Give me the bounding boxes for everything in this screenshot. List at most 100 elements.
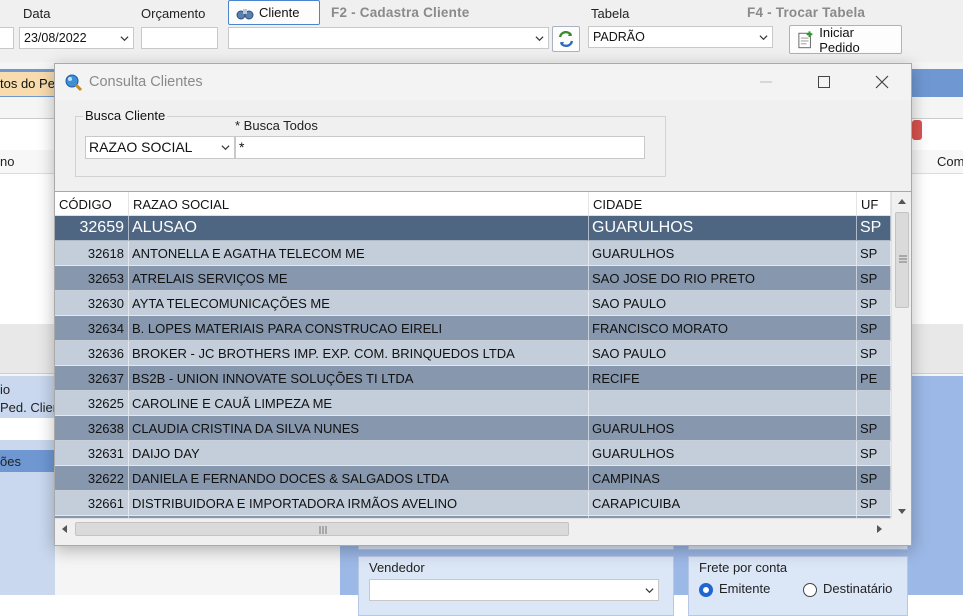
chevron-down-icon — [120, 36, 129, 42]
cell-cidade: SAO JOSE DO RIO PRETO — [589, 266, 857, 291]
vendedor-group: Vendedor — [358, 556, 674, 616]
cell-codigo: 32634 — [55, 316, 129, 341]
vendedor-select[interactable] — [369, 579, 659, 601]
cliente-select[interactable] — [228, 27, 549, 49]
table-row[interactable]: 32630 AYTA TELECOMUNICAÇÕES ME SAO PAULO SP — [55, 291, 891, 316]
table-row[interactable]: 32653 ATRELAIS SERVIÇOS ME SAO JOSE DO RIO… — [55, 266, 891, 291]
side-item-observacoes-label: ões — [0, 454, 21, 469]
frete-label: Frete por conta — [699, 560, 788, 575]
cell-uf: SP — [857, 216, 891, 241]
horizontal-scroll-thumb[interactable] — [75, 522, 569, 536]
delete-icon[interactable] — [912, 120, 922, 140]
busca-input[interactable]: * — [235, 136, 645, 159]
table-row[interactable]: 32634 B. LOPES MATERIAIS PARA CONSTRUCAO … — [55, 316, 891, 341]
cell-razao-social: BROKER - JC BROTHERS IMP. EXP. COM. BRIN… — [129, 341, 589, 366]
cell-uf: SP — [857, 491, 891, 516]
cell-cidade: GUARULHOS — [589, 216, 857, 241]
cell-razao-social: DANIELA E FERNANDO DOCES & SALGADOS LTDA — [129, 466, 589, 491]
dialog-title: Consulta Clientes — [89, 74, 203, 90]
frete-destinatario-label: Destinatário — [823, 581, 893, 596]
cell-cidade — [589, 391, 857, 416]
iniciar-pedido-label: Iniciar Pedido — [819, 24, 860, 55]
cell-cidade: SAO PAULO — [589, 341, 857, 366]
cell-codigo: 32618 — [55, 241, 129, 266]
side-item-ped-cliente[interactable]: Ped. Clien — [0, 400, 60, 415]
refresh-button[interactable] — [552, 26, 580, 52]
table-row[interactable]: 32622 DANIELA E FERNANDO DOCES & SALGADOS… — [55, 466, 891, 491]
table-row[interactable]: 32625 CAROLINE E CAUÃ LIMPEZA ME — [55, 391, 891, 416]
col-header-razao-social[interactable]: RAZAO SOCIAL — [129, 192, 589, 216]
maximize-icon[interactable] — [815, 73, 833, 91]
cell-razao-social: B. LOPES MATERIAIS PARA CONSTRUCAO EIREL… — [129, 316, 589, 341]
cell-uf: SP — [857, 241, 891, 266]
close-icon[interactable] — [873, 73, 891, 91]
scroll-left-icon[interactable] — [60, 524, 68, 534]
busca-field-value: RAZAO SOCIAL — [89, 139, 193, 155]
cell-codigo: 32636 — [55, 341, 129, 366]
tab-itens-pedido-label: tos do Pe — [0, 76, 55, 91]
scroll-down-icon[interactable] — [897, 508, 907, 516]
side-item-observacoes[interactable]: ões — [0, 450, 55, 472]
dialog-titlebar[interactable]: Consulta Clientes — [55, 64, 911, 100]
cell-cidade: CARAPICUIBA — [589, 491, 857, 516]
cell-razao-social: DAIJO DAY — [129, 441, 589, 466]
cell-razao-social: DISTRIBUIDORA E IMPORTADORA IRMÃOS AVELI… — [129, 491, 589, 516]
cell-codigo: 32661 — [55, 491, 129, 516]
cliente-button[interactable]: Cliente — [228, 0, 320, 25]
side-nav: io Ped. Clien ões — [0, 376, 60, 595]
minimize-icon[interactable] — [757, 73, 775, 91]
cliente-button-label: Cliente — [259, 5, 300, 20]
cell-uf: SP — [857, 416, 891, 441]
frete-emitente-label: Emitente — [719, 581, 771, 596]
cell-cidade: RECIFE — [589, 366, 857, 391]
prev-field[interactable] — [0, 27, 14, 49]
cell-razao-social: BS2B - UNION INNOVATE SOLUÇÕES TI LTDA — [129, 366, 589, 391]
data-date-picker[interactable]: 23/08/2022 — [19, 27, 134, 49]
cell-razao-social: AYTA TELECOMUNICAÇÕES ME — [129, 291, 589, 316]
orcamento-input[interactable] — [141, 27, 218, 49]
table-row[interactable]: 32618 ANTONELLA E AGATHA TELECOM ME GUARUL… — [55, 241, 891, 266]
cell-cidade: GUARULHOS — [589, 241, 857, 266]
horizontal-scrollbar[interactable] — [55, 518, 891, 538]
table-row[interactable]: 32659 ALUSAO GUARULHOS SP — [55, 216, 891, 241]
cell-uf: PE — [857, 366, 891, 391]
chevron-down-icon — [645, 588, 654, 594]
cell-uf: SP — [857, 266, 891, 291]
busca-field-select[interactable]: RAZAO SOCIAL — [85, 136, 235, 159]
col-header-codigo[interactable]: CÓDIGO — [55, 192, 129, 216]
cell-uf: SP — [857, 466, 891, 491]
tab-itens-pedido[interactable]: tos do Pe — [0, 72, 60, 96]
tabela-value: PADRÃO — [593, 30, 645, 44]
cell-codigo: 32622 — [55, 466, 129, 491]
binoculars-icon — [236, 8, 254, 19]
tabela-label: Tabela — [591, 6, 630, 21]
grip-icon — [319, 526, 327, 534]
side-input[interactable] — [0, 418, 55, 440]
table-row[interactable]: 32637 BS2B - UNION INNOVATE SOLUÇÕES TI L… — [55, 366, 891, 391]
vertical-scrollbar[interactable] — [891, 192, 911, 518]
table-row[interactable]: 32661 DISTRIBUIDORA E IMPORTADORA IRMÃOS … — [55, 491, 891, 516]
vertical-scroll-thumb[interactable] — [895, 212, 909, 308]
f4-hint: F4 - Trocar Tabela — [747, 5, 866, 20]
side-item-1[interactable]: io — [0, 382, 10, 397]
col-header-uf[interactable]: UF — [857, 192, 891, 216]
iniciar-pedido-button[interactable]: Iniciar Pedido — [789, 24, 902, 55]
cell-cidade: GUARULHOS — [589, 441, 857, 466]
cell-cidade: CAMPINAS — [589, 466, 857, 491]
items-col-right: Com — [937, 154, 963, 169]
search-globe-icon — [65, 74, 83, 92]
cell-uf: SP — [857, 441, 891, 466]
col-header-cidade[interactable]: CIDADE — [589, 192, 857, 216]
table-row[interactable]: 32631 DAIJO DAY GUARULHOS SP — [55, 441, 891, 466]
chevron-down-icon — [759, 35, 768, 41]
cell-razao-social: ANTONELLA E AGATHA TELECOM ME — [129, 241, 589, 266]
cell-razao-social: CLAUDIA CRISTINA DA SILVA NUNES — [129, 416, 589, 441]
table-row[interactable]: 32638 CLAUDIA CRISTINA DA SILVA NUNES GUAR… — [55, 416, 891, 441]
scroll-right-icon[interactable] — [876, 524, 884, 534]
consulta-clientes-dialog: Consulta Clientes Busca Cliente * Busca … — [54, 63, 912, 546]
scroll-up-icon[interactable] — [897, 197, 907, 205]
cell-uf: SP — [857, 341, 891, 366]
tabela-select[interactable]: PADRÃO — [588, 26, 773, 48]
table-row[interactable]: 32636 BROKER - JC BROTHERS IMP. EXP. COM.… — [55, 341, 891, 366]
cell-cidade: SAO PAULO — [589, 291, 857, 316]
